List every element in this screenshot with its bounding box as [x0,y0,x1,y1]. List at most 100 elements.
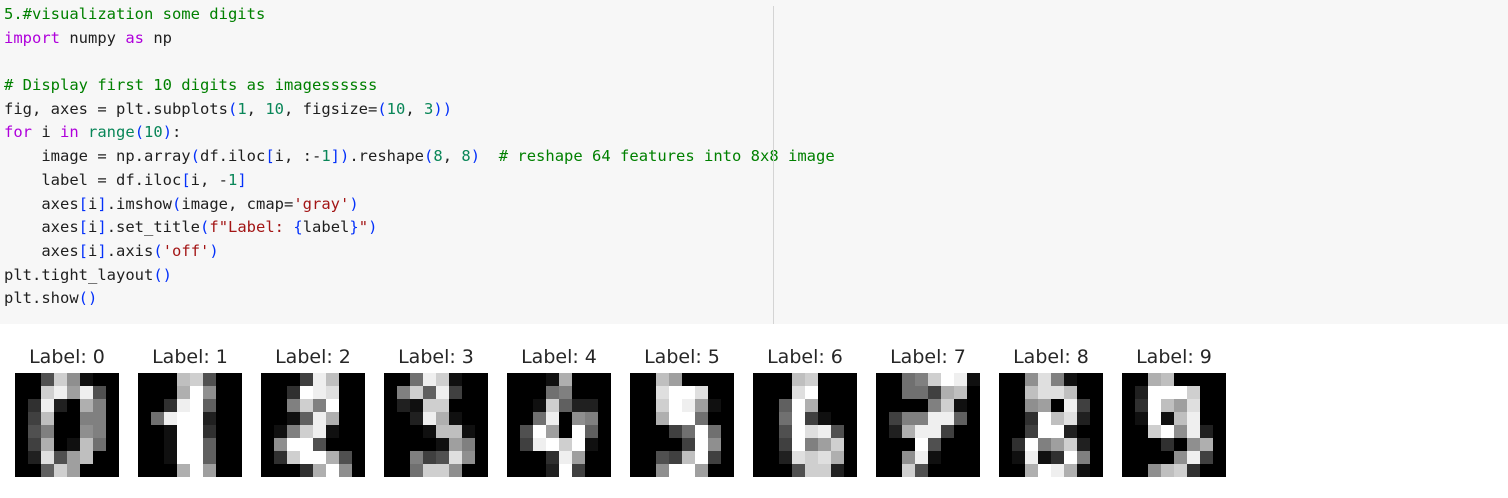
digit-pixel [889,451,902,464]
digit-pixel [695,399,708,412]
digit-pixel [1174,399,1187,412]
digit-pixel [41,438,54,451]
digit-pixel [1064,373,1077,386]
digit-pixel [1213,373,1226,386]
digit-pixel [449,399,462,412]
digit-pixel [766,464,779,477]
digit-title: Label: 0 [29,346,105,368]
digit-pixel [93,373,106,386]
digit-pixel [436,464,449,477]
digit-pixel [67,386,80,399]
digit-pixel [708,373,721,386]
digit-pixel [779,412,792,425]
digit-pixel [902,451,915,464]
digit-pixel [630,373,643,386]
digit-pixel [889,412,902,425]
digit-pixel [1090,399,1103,412]
digit-pixel [177,399,190,412]
digit-pixel [585,425,598,438]
digit-pixel [915,386,928,399]
digit-pixel [41,373,54,386]
digit-pixel [1187,438,1200,451]
digit-pixel [1213,451,1226,464]
digit-pixel [1200,373,1213,386]
digit-pixel [1077,412,1090,425]
code-token-default: numpy [60,28,126,47]
digit-title: Label: 2 [275,346,351,368]
digit-pixel [203,373,216,386]
digit-pixel [915,464,928,477]
code-token-bracket: () [78,289,98,308]
digit-pixel [915,412,928,425]
digit-pixel [779,464,792,477]
digit-pixel [339,386,352,399]
digit-pixel [326,373,339,386]
digit-pixel [669,373,682,386]
digit-pixel [1135,412,1148,425]
digit-pixel [1025,386,1038,399]
code-line: label = df.iloc[i, -1] [4,169,835,193]
digit-pixel [15,425,28,438]
digit-pixel [1122,399,1135,412]
digit-pixel [753,438,766,451]
digit-pixel [203,425,216,438]
digit-pixel [1187,399,1200,412]
digit-pixel [520,373,533,386]
digit-pixel [261,425,274,438]
digit-pixel [106,451,119,464]
digit-pixel [598,373,611,386]
digit-pixel [1025,373,1038,386]
digit-pixel [462,386,475,399]
digit-pixel [1025,451,1038,464]
digit-pixel [682,386,695,399]
digit-pixel [546,386,559,399]
digit-pixel [1200,386,1213,399]
code-token-number: 1 [237,99,247,118]
digit-pixel [572,386,585,399]
digit-title: Label: 4 [521,346,597,368]
digit-pixel [203,438,216,451]
code-token-default: np [144,28,172,47]
digit-pixel [261,386,274,399]
digit-pixel [274,425,287,438]
digit-pixel [656,373,669,386]
digit-pixel [1012,451,1025,464]
digit-pixel [708,425,721,438]
digit-pixel [423,373,436,386]
digit-pixel [423,451,436,464]
digit-pixel [585,373,598,386]
code-token-default: axes [4,194,79,213]
digit-pixel [410,399,423,412]
code-token-string: 'off' [162,241,210,260]
digit-pixel [779,373,792,386]
digit-pixel [818,386,831,399]
digit-pixel [190,464,203,477]
digit-pixel [1187,373,1200,386]
digit-pixel [1148,425,1161,438]
digit-pixel [792,451,805,464]
digit-pixel [708,464,721,477]
digit-title: Label: 3 [398,346,474,368]
digit-pixel [352,438,365,451]
digit-pixel [928,399,941,412]
digit-pixel [287,464,300,477]
digit-pixel [41,451,54,464]
code-token-default: .axis [106,241,154,260]
code-cell[interactable]: 5.#visualization some digits import numpy… [0,0,1508,324]
digit-pixel [1200,464,1213,477]
digit-pixel [475,373,488,386]
code-editor[interactable]: 5.#visualization some digits import numpy… [4,3,835,311]
digit-pixel [630,451,643,464]
digit-pixel [93,399,106,412]
digit-pixel [397,425,410,438]
digit-pixel [1122,425,1135,438]
digit-pixel [902,464,915,477]
digit-pixel [1187,412,1200,425]
digit-pixel [1051,373,1064,386]
code-line: axes[i].imshow(image, cmap='gray') [4,193,835,217]
digit-pixel [792,399,805,412]
digit-pixel [598,412,611,425]
digit-pixel [585,412,598,425]
digit-pixel [190,425,203,438]
digit-pixel [216,399,229,412]
